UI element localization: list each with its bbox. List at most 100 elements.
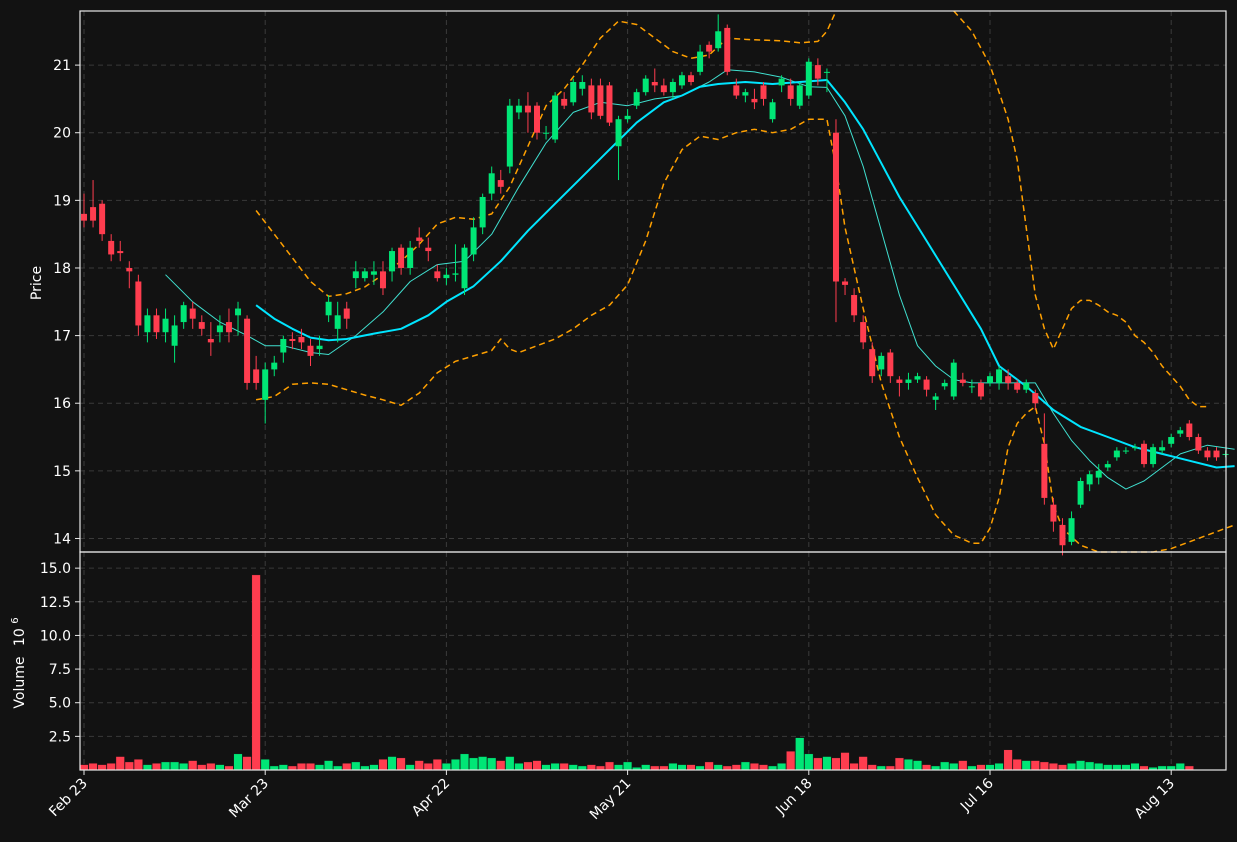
candle-body bbox=[225, 322, 232, 333]
candle-body bbox=[135, 281, 142, 326]
volume-bar bbox=[161, 761, 171, 771]
volume-bar bbox=[813, 757, 823, 771]
volume-bar bbox=[405, 764, 415, 771]
volume-bar bbox=[324, 760, 334, 771]
volume-bar bbox=[106, 763, 116, 771]
candle-body bbox=[715, 31, 722, 49]
volume-bar bbox=[804, 753, 814, 771]
candle-body bbox=[524, 105, 531, 113]
candle-body bbox=[370, 271, 377, 275]
volume-bar bbox=[1057, 764, 1067, 771]
volume-bar bbox=[124, 761, 134, 771]
volume-bar bbox=[306, 763, 316, 771]
candle-body bbox=[597, 85, 604, 116]
candle-body bbox=[724, 27, 731, 72]
volume-bar bbox=[242, 756, 252, 771]
volume-bar bbox=[233, 753, 243, 771]
volume-bar bbox=[695, 765, 705, 771]
price-tick-label: 14 bbox=[53, 531, 71, 547]
candle-body bbox=[905, 379, 912, 383]
volume-bar bbox=[731, 764, 741, 771]
candle-body bbox=[506, 105, 513, 167]
volume-bar bbox=[931, 765, 941, 771]
volume-bar bbox=[550, 763, 560, 771]
overlay-ma-slow bbox=[255, 79, 1235, 469]
volume-bar bbox=[650, 765, 660, 771]
volume-bar bbox=[360, 765, 370, 771]
candle-body bbox=[805, 61, 812, 96]
volume-bar bbox=[1121, 764, 1131, 771]
candle-body bbox=[307, 345, 314, 356]
candle-body bbox=[1186, 423, 1193, 438]
volume-tick-label: 12.5 bbox=[40, 595, 71, 611]
candle-body bbox=[207, 338, 214, 343]
candle-body bbox=[615, 119, 622, 147]
candle-body bbox=[81, 213, 87, 221]
volume-bar bbox=[260, 759, 270, 771]
candle-body bbox=[1104, 464, 1111, 468]
candle-body bbox=[996, 369, 1003, 383]
volume-bar bbox=[532, 760, 542, 771]
candle-body bbox=[470, 227, 477, 255]
volume-bar bbox=[179, 763, 189, 771]
volume-bar bbox=[514, 763, 524, 771]
candle-body bbox=[697, 51, 704, 72]
candle-body bbox=[108, 240, 115, 255]
candlestick-chart: 14 15 16 17 18 19 20 21 2.5 5.0 7.5 10.0 12.5 15.0 F… bbox=[10, 10, 1235, 823]
candle-body bbox=[543, 132, 550, 134]
volume-bar bbox=[595, 765, 605, 771]
volume-bar bbox=[976, 764, 986, 771]
volume-bar bbox=[369, 764, 379, 771]
candle-body bbox=[1213, 450, 1220, 458]
candle-body bbox=[633, 92, 640, 106]
overlay-bb-upper-2 bbox=[953, 10, 1208, 408]
volume-bar bbox=[577, 765, 587, 771]
volume-bar bbox=[677, 764, 687, 771]
price-tick-label: 19 bbox=[53, 193, 71, 209]
candle-body bbox=[1141, 443, 1148, 465]
volume-bar bbox=[206, 763, 216, 771]
volume-bar bbox=[768, 765, 778, 771]
x-tick-label: Mar 23 bbox=[226, 776, 272, 822]
candle-body bbox=[126, 267, 133, 272]
volume-bar bbox=[967, 765, 977, 771]
volume-bar bbox=[1112, 764, 1122, 771]
candle-body bbox=[452, 273, 459, 275]
volume-bar bbox=[505, 756, 515, 771]
volume-bar bbox=[1067, 763, 1077, 771]
volume-bar bbox=[287, 765, 297, 771]
candle-body bbox=[253, 369, 260, 383]
volume-bar bbox=[151, 763, 161, 771]
volume-bar bbox=[351, 761, 361, 771]
volume-bar bbox=[1021, 760, 1031, 771]
volume-bar bbox=[686, 764, 696, 771]
volume-bar bbox=[133, 759, 143, 771]
volume-bar bbox=[315, 764, 325, 771]
candle-body bbox=[389, 251, 396, 272]
volume-bar bbox=[568, 764, 578, 771]
volume-bar bbox=[478, 756, 488, 771]
volume-bar bbox=[795, 737, 805, 771]
volume-bar bbox=[740, 761, 750, 771]
candle-body bbox=[189, 308, 196, 319]
candle-body bbox=[941, 382, 948, 387]
candle-body bbox=[669, 82, 676, 93]
volume-bar bbox=[831, 757, 841, 771]
candle-body bbox=[271, 362, 278, 370]
candle-body bbox=[180, 305, 187, 323]
volume-bar bbox=[922, 764, 932, 771]
volume-bar bbox=[1012, 759, 1022, 771]
candle-body bbox=[778, 78, 785, 86]
volume-bar bbox=[333, 765, 343, 771]
volume-bar bbox=[487, 757, 497, 771]
volume-bar bbox=[1175, 763, 1185, 771]
volume-bar bbox=[1184, 765, 1194, 771]
candle-body bbox=[298, 336, 305, 343]
volume-bar bbox=[641, 764, 651, 771]
volume-bar bbox=[876, 765, 886, 771]
volume-bar bbox=[423, 763, 433, 771]
volume-bar bbox=[867, 764, 877, 771]
candle-body bbox=[769, 102, 776, 120]
volume-axis-exponent-power: 6 bbox=[10, 617, 21, 623]
price-axis-label: Price bbox=[29, 266, 45, 300]
